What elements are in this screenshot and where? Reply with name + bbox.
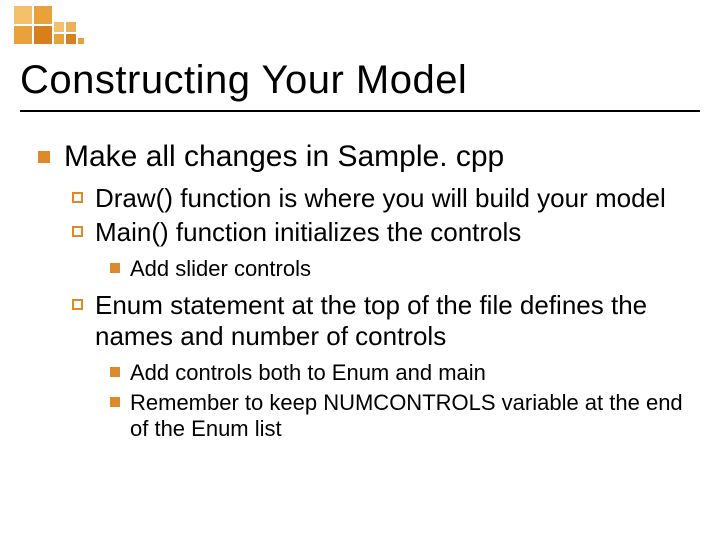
open-square-bullet-icon	[72, 192, 83, 203]
bullet-lvl1: Make all changes in Sample. cpp	[38, 140, 688, 175]
lvl1-text: Make all changes in Sample. cpp	[64, 140, 504, 175]
square-bullet-icon	[110, 367, 120, 377]
bullet-lvl3: Add controls both to Enum and main	[110, 360, 688, 386]
bullet-lvl2: Main() function initializes the controls	[72, 217, 688, 248]
bullet-lvl2: Draw() function is where you will build …	[72, 183, 688, 214]
square-bullet-icon	[110, 263, 120, 273]
open-square-bullet-icon	[72, 299, 83, 310]
open-square-bullet-icon	[72, 226, 83, 237]
bullet-lvl3: Add slider controls	[110, 256, 688, 282]
lvl2-text: Draw() function is where you will build …	[95, 183, 666, 214]
lvl3-text: Add controls both to Enum and main	[130, 360, 486, 386]
bullet-lvl3: Remember to keep NUMCONTROLS variable at…	[110, 390, 688, 443]
slide: Constructing Your Model Make all changes…	[0, 0, 720, 540]
lvl3-text: Add slider controls	[130, 256, 311, 282]
lvl3-text: Remember to keep NUMCONTROLS variable at…	[130, 390, 688, 443]
lvl2-text: Main() function initializes the controls	[95, 217, 521, 248]
title-underline	[20, 110, 700, 112]
square-bullet-icon	[110, 397, 120, 407]
bullet-lvl2: Enum statement at the top of the file de…	[72, 290, 688, 351]
corner-decoration	[14, 6, 94, 52]
content-area: Make all changes in Sample. cpp Draw() f…	[38, 140, 688, 443]
slide-title: Constructing Your Model	[20, 58, 467, 103]
square-bullet-icon	[38, 151, 50, 163]
lvl2-text: Enum statement at the top of the file de…	[95, 290, 688, 351]
